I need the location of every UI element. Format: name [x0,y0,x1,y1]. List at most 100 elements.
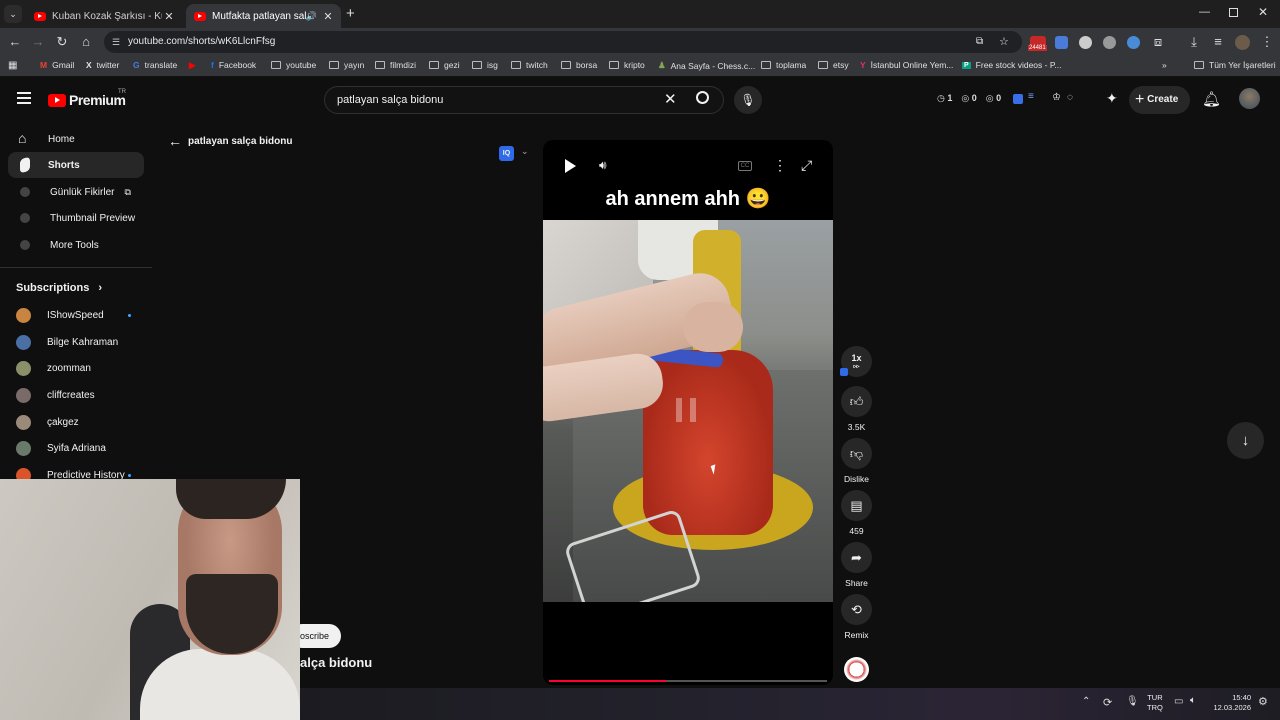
hamburger-menu-icon[interactable] [17,92,31,104]
minimize-button[interactable]: — [1199,6,1210,18]
bookmark-chess[interactable]: ♟ Ana Sayfa - Chess.c... [658,60,755,71]
share-button[interactable]: ➦ Share [841,542,872,588]
clock[interactable]: 15:40 12.03.2026 [1211,693,1251,713]
comments-button[interactable]: ▤ 459 [841,490,872,536]
progress-track[interactable] [549,680,827,682]
chevron-down-icon[interactable]: ⌄ [521,146,529,157]
audio-playing-icon[interactable]: 🔊 [306,11,317,22]
subscription-item[interactable]: Bilge Kahraman [16,335,118,350]
create-button[interactable]: + Create [1129,86,1190,114]
input-language[interactable]: TUR TRQ [1147,693,1163,713]
profile-avatar[interactable] [1235,35,1250,50]
shorts-video-player[interactable]: 🔊︎ CC ⋮ ⤢ ah annem ahh 😀 [543,140,833,685]
youtube-logo[interactable]: Premium [48,92,126,108]
bookmark-youtube-icon[interactable]: ▶ [189,60,196,71]
voice-search-icon[interactable]: 🎙 [734,86,762,114]
bookmark-free-stock[interactable]: P Free stock videos - P... [962,60,1062,70]
close-window-button[interactable]: ✕ [1258,5,1268,19]
bookmark-star-icon[interactable]: ☆ [999,31,1009,53]
extension-icon[interactable] [1103,36,1116,49]
apps-grid-icon[interactable]: ▦ [8,60,17,71]
gemini-sparkle-icon[interactable]: ✦ [1106,90,1118,107]
back-arrow-icon[interactable]: ← [7,34,23,50]
more-bookmarks-icon[interactable]: » [1162,60,1167,70]
dislike-button[interactable]: 👎︎ Dislike [841,438,872,484]
iq-extension-icon[interactable] [1013,94,1023,104]
remix-button[interactable]: ⟲ Remix [841,594,872,640]
search-icon[interactable] [696,91,709,104]
tab-kuban[interactable]: Kuban Kozak Şarkısı - Kuban Co ✕ [26,4,182,28]
iq-mini-icon[interactable] [840,368,848,376]
bookmark-folder-etsy[interactable]: etsy [818,60,849,70]
bookmark-folder-gezi[interactable]: gezi [429,60,460,70]
close-tab-icon[interactable]: ✕ [321,10,335,23]
like-button[interactable]: 👍︎ 3.5K [841,386,872,432]
bookmark-facebook[interactable]: f Facebook [211,60,256,70]
reload-icon[interactable]: ↻ [54,34,70,50]
sync-icon[interactable]: ⟳ [1103,696,1112,709]
bookmark-folder-isg[interactable]: isg [472,60,498,70]
bookmark-translate[interactable]: Gtranslate [133,60,177,70]
list-extension-icon[interactable]: ≡ [1028,91,1034,102]
media-control-icon[interactable]: ≡ [1210,34,1226,50]
url-field[interactable]: ☰ youtube.com/shorts/wK6LlcnFfsg ⧉ ☆ [104,31,1022,53]
browser-menu-icon[interactable]: ⋮ [1259,34,1275,50]
notifications-bell-icon[interactable]: 🔔︎ [1202,90,1221,108]
extension-icon[interactable] [1127,36,1140,49]
chat-icon[interactable]: ◌ [1067,92,1073,103]
tab-list-button[interactable]: ⌄ [4,5,22,23]
volume-icon[interactable]: 🔊︎ [599,158,607,173]
close-tab-icon[interactable]: ✕ [162,10,176,23]
bookmark-twitter[interactable]: Xtwitter [86,60,119,70]
bookmark-yemeksepeti[interactable]: Y İstanbul Online Yem... [860,60,953,70]
bookmark-gmail[interactable]: M Gmail [40,60,74,70]
more-options-icon[interactable]: ⋮ [773,157,787,174]
subscription-item[interactable]: çakgez [16,415,79,430]
stats-widget[interactable]: ◷ 1 ◎ 0 ◎ 0 [937,93,1001,104]
install-app-icon[interactable]: ⧉ [976,31,983,53]
download-icon[interactable]: ⤓ [1186,34,1202,50]
back-to-search-button[interactable]: ← patlayan salça bidonu [168,133,292,149]
iq-overlay-button[interactable]: IQ [499,146,514,161]
notification-center-icon[interactable]: ⚙ [1258,695,1268,708]
bookmark-folder-twitch[interactable]: twitch [511,60,548,70]
tab-active-shorts[interactable]: Mutfakta patlayan salça bidonu 🔊 ✕ [186,4,341,28]
bookmark-folder-youtube[interactable]: youtube [271,60,316,70]
bookmark-folder-borsa[interactable]: borsa [561,60,597,70]
extensions-puzzle-icon[interactable]: ⧈ [1150,34,1166,50]
clear-search-icon[interactable]: ✕ [664,90,677,108]
all-bookmarks-folder[interactable]: Tüm Yer İşaretleri [1194,60,1276,70]
network-icon[interactable]: ▭ [1174,696,1183,707]
bookmark-folder-filmdizi[interactable]: filmdizi [375,60,416,70]
subscription-item[interactable]: IShowSpeed [16,308,131,323]
sidebar-item-more-tools[interactable]: More Tools [8,232,144,258]
subscriptions-heading[interactable]: Subscriptions › [16,282,102,294]
extension-icon[interactable] [1079,36,1092,49]
microphone-icon[interactable]: 🎙︎ [1126,696,1139,707]
new-tab-button[interactable]: + [346,5,355,22]
forward-arrow-icon[interactable]: → [30,34,46,50]
subscription-item[interactable]: zoomman [16,361,91,376]
channel-avatar[interactable] [844,657,869,682]
sidebar-item-thumbnail-preview[interactable]: Thumbnail Preview [8,205,144,231]
home-icon[interactable]: ⌂ [78,34,94,50]
captions-icon[interactable]: CC [738,161,752,171]
tray-expand-icon[interactable]: ⌃ [1082,696,1090,707]
account-avatar[interactable] [1239,88,1260,109]
sidebar-item-shorts[interactable]: Shorts [8,152,144,178]
sidebar-item-gunluk-fikirler[interactable]: Günlük Fikirler ⧉ [8,179,144,205]
award-icon[interactable]: ♔ [1052,92,1061,103]
fullscreen-icon[interactable]: ⤢ [801,157,812,174]
volume-tray-icon[interactable]: 🔈︎ [1190,695,1196,706]
subscription-item[interactable]: Syifa Adriana [16,441,106,456]
site-info-icon[interactable]: ☰ [112,31,120,53]
translate-extension-icon[interactable] [1055,36,1068,49]
sidebar-item-home[interactable]: ⌂ Home [8,126,144,152]
bookmark-folder-yayin[interactable]: yayın [329,60,364,70]
play-button[interactable] [565,159,576,173]
subscription-item[interactable]: cliffcreates [16,388,95,403]
bookmark-folder-toplama[interactable]: toplama [761,60,806,70]
restore-button[interactable] [1229,8,1238,17]
bookmark-folder-kripto[interactable]: kripto [609,60,645,70]
next-video-button[interactable]: ↓ [1227,422,1264,459]
